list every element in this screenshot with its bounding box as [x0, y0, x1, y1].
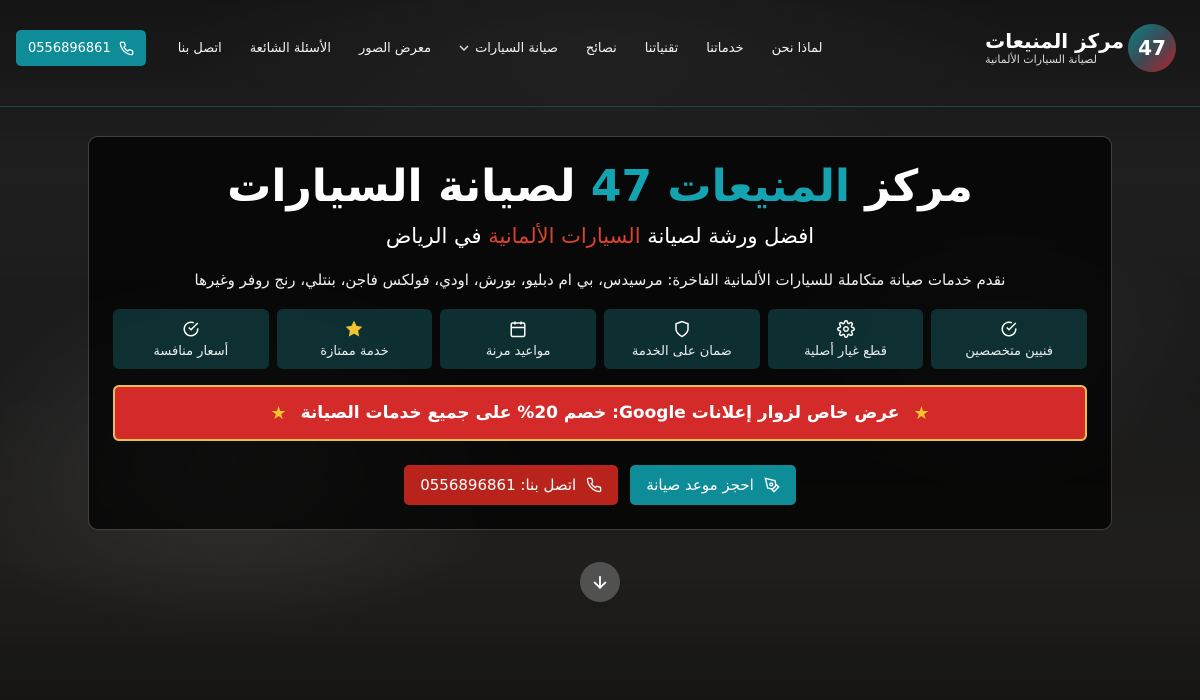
feature-excellent-service: خدمة ممتازة — [276, 309, 433, 369]
site-header: 47 مركز المنيعات لصيانة السيارات الألمان… — [0, 0, 1200, 96]
star-icon: ★ — [270, 402, 287, 424]
feature-label: فنيين متخصصين — [965, 343, 1053, 359]
hero-description: نقدم خدمات صيانة متكاملة للسيارات الألما… — [194, 271, 1006, 289]
book-appointment-button[interactable]: احجز موعد صيانة — [630, 465, 796, 505]
hero-title-highlight: المنيعات 47 — [590, 161, 850, 212]
shield-icon — [675, 320, 689, 337]
feature-flexible-times: مواعيد مرنة — [440, 309, 596, 369]
gear-icon — [836, 319, 855, 338]
check-circle-icon — [1001, 321, 1017, 336]
nav-why-us[interactable]: لماذا نحن — [772, 41, 823, 56]
scroll-down-button[interactable] — [580, 562, 620, 602]
nav-tips[interactable]: نصائح — [586, 41, 617, 56]
brand[interactable]: 47 مركز المنيعات لصيانة السيارات الألمان… — [985, 24, 1176, 72]
hero-subtitle: افضل ورشة لصيانة السيارات الألمانية في ا… — [385, 224, 815, 248]
header-phone-button[interactable]: 0556896861 — [16, 30, 146, 66]
nav-services[interactable]: خدماتنا — [706, 41, 743, 56]
nav-faq[interactable]: الأسئلة الشائعة — [250, 41, 331, 56]
feature-label: خدمة ممتازة — [320, 343, 389, 359]
header-phone-number: 0556896861 — [28, 40, 111, 56]
book-appointment-label: احجز موعد صيانة — [646, 476, 754, 494]
feature-competitive-prices: أسعار منافسة — [112, 309, 269, 369]
calendar-icon — [510, 321, 526, 337]
brand-subtitle: لصيانة السيارات الألمانية — [985, 53, 1097, 66]
check-circle-icon — [183, 321, 199, 336]
nav-car-maintenance[interactable]: صيانة السيارات — [459, 41, 558, 56]
hero-title: مركز المنيعات 47 لصيانة السيارات — [227, 161, 973, 212]
nav-technologies[interactable]: تقنياتنا — [645, 41, 679, 56]
feature-original-parts: قطع غيار أصلية — [767, 309, 924, 369]
arrow-down-icon — [593, 576, 607, 590]
star-icon: ★ — [913, 402, 930, 424]
brand-title: مركز المنيعات — [985, 29, 1124, 53]
call-us-button[interactable]: اتصل بنا: 0556896861 — [404, 465, 619, 505]
hero-card: مركز المنيعات 47 لصيانة السيارات افضل ور… — [88, 136, 1112, 530]
pen-tool-icon — [764, 477, 780, 493]
offer-text: عرض خاص لزوار إعلانات Google: خصم 20% عل… — [300, 403, 900, 423]
feature-specialists: فنيين متخصصين — [931, 309, 1087, 369]
nav-car-maintenance-label: صيانة السيارات — [475, 40, 558, 56]
call-us-label: اتصل بنا: 0556896861 — [420, 476, 577, 494]
feature-warranty: ضمان على الخدمة — [603, 309, 760, 369]
phone-icon — [119, 41, 134, 55]
nav-contact[interactable]: اتصل بنا — [178, 41, 222, 56]
special-offer-banner[interactable]: ★ عرض خاص لزوار إعلانات Google: خصم 20% … — [113, 385, 1087, 441]
feature-label: قطع غيار أصلية — [804, 343, 887, 359]
nav-gallery[interactable]: معرض الصور — [359, 41, 431, 56]
features-row: فنيين متخصصين قطع غيار أصلية ضمان على ال… — [112, 309, 1087, 369]
main-nav: لماذا نحن خدماتنا تقنياتنا نصائح صيانة ا… — [178, 41, 823, 56]
phone-icon — [586, 477, 602, 493]
cta-buttons: احجز موعد صيانة اتصل بنا: 0556896861 — [404, 465, 796, 505]
logo[interactable]: 47 — [1128, 24, 1176, 72]
feature-label: مواعيد مرنة — [485, 343, 551, 359]
chevron-down-icon — [459, 45, 469, 52]
star-icon — [346, 320, 363, 337]
header-divider — [0, 106, 1200, 107]
feature-label: أسعار منافسة — [153, 343, 229, 359]
hero-subtitle-highlight: السيارات الألمانية — [488, 224, 641, 248]
feature-label: ضمان على الخدمة — [631, 343, 732, 359]
